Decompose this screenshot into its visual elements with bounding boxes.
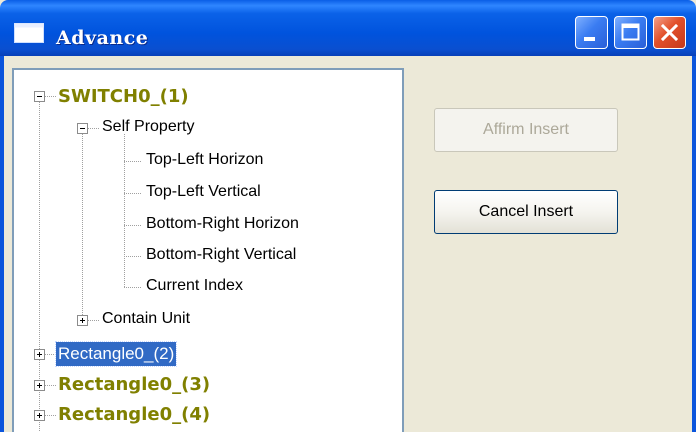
tree-leaf-current-index[interactable]: Current Index <box>146 277 243 295</box>
expand-icon[interactable] <box>34 410 45 421</box>
tree-node-rectangle0-3[interactable]: Rectangle0_(3) <box>58 374 210 395</box>
collapse-icon[interactable] <box>77 123 88 134</box>
tree-leaf-bottom-right-horizon[interactable]: Bottom-Right Horizon <box>146 215 299 233</box>
cancel-insert-button[interactable]: Cancel Insert <box>434 190 618 234</box>
window-frame-left <box>0 56 4 432</box>
minimize-icon <box>584 37 595 41</box>
tree-leaf-top-left-horizon[interactable]: Top-Left Horizon <box>146 151 263 169</box>
close-icon <box>660 23 679 42</box>
maximize-icon <box>621 23 640 41</box>
window-icon <box>14 23 44 43</box>
window-title: Advance <box>56 27 149 49</box>
property-tree[interactable]: SWITCH0_(1) Self Property Top-Left Horiz… <box>12 68 404 432</box>
maximize-button[interactable] <box>614 16 647 49</box>
affirm-insert-button[interactable]: Affirm Insert <box>434 108 618 152</box>
tree-node-self-property[interactable]: Self Property <box>102 118 194 136</box>
tree-leaf-top-left-vertical[interactable]: Top-Left Vertical <box>146 183 261 201</box>
advance-dialog: Advance SWITCH0_(1) Self Property Top-Le… <box>0 0 696 432</box>
window-frame-right <box>692 56 696 432</box>
tree-node-switch0[interactable]: SWITCH0_(1) <box>58 86 189 107</box>
tree-node-contain-unit[interactable]: Contain Unit <box>102 310 190 328</box>
expand-icon[interactable] <box>34 349 45 360</box>
close-button[interactable] <box>653 16 686 49</box>
expand-icon[interactable] <box>77 315 88 326</box>
title-bar[interactable]: Advance <box>0 0 696 56</box>
expand-icon[interactable] <box>34 380 45 391</box>
tree-node-rectangle0-2[interactable]: Rectangle0_(2) <box>54 341 178 367</box>
tree-leaf-bottom-right-vertical[interactable]: Bottom-Right Vertical <box>146 246 296 264</box>
tree-node-rectangle0-4[interactable]: Rectangle0_(4) <box>58 404 210 425</box>
collapse-icon[interactable] <box>34 91 45 102</box>
minimize-button[interactable] <box>575 16 608 49</box>
